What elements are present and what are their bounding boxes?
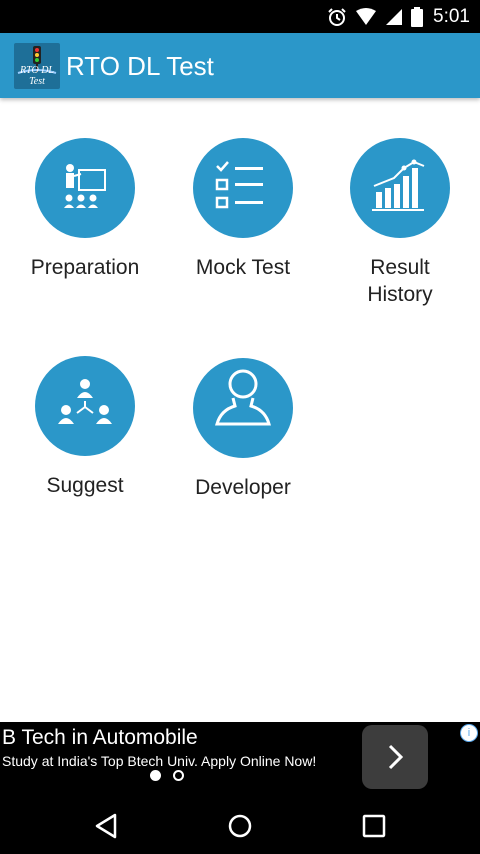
ad-subtitle[interactable]: Study at India's Top Btech Univ. Apply O… [2,753,316,769]
back-icon[interactable] [93,812,121,840]
share-network-icon [58,379,112,424]
suggest-tile[interactable]: Suggest [10,356,160,499]
app-logo-text: RTO DL Test [20,65,54,87]
mock-test-tile[interactable]: Mock Test [168,138,318,281]
navigation-bar [0,798,480,854]
home-icon[interactable] [226,812,254,840]
wifi-icon [356,8,377,25]
status-time: 5:01 [433,6,470,27]
result-history-circle[interactable] [350,138,450,238]
mock-test-label: Mock Test [195,256,291,279]
status-bar: 5:01 [0,0,480,33]
page-dot-inactive [173,770,184,781]
presentation-icon [64,164,106,208]
result-history-label: Result History [325,254,475,308]
checklist-icon [215,161,263,209]
ad-open-button[interactable] [362,725,428,789]
result-history-tile[interactable]: Result History [325,138,475,308]
result-history-label-line1: Result [370,256,430,279]
bar-chart-icon [372,159,425,211]
preparation-tile[interactable]: Preparation [10,138,160,281]
ad-page-indicator [150,770,184,781]
alarm-icon [328,8,346,26]
chevron-right-icon [388,744,404,770]
page-dot-active [150,770,161,781]
ad-info-icon[interactable]: i [460,724,478,742]
battery-icon [411,7,424,27]
app-title: RTO DL Test [66,51,214,81]
developer-circle[interactable] [193,358,293,458]
result-history-label-line2: History [367,283,433,306]
mock-test-circle[interactable] [193,138,293,238]
suggest-label: Suggest [46,474,124,497]
status-icons: 5:01 [327,5,470,29]
recents-icon[interactable] [360,812,388,840]
developer-label: Developer [195,476,291,499]
developer-tile[interactable]: Developer [168,358,318,501]
app-bar: RTO DL Test RTO DL Test [0,33,480,98]
person-silhouette-icon [215,369,271,426]
signal-icon [386,9,403,25]
ad-title[interactable]: B Tech in Automobile [2,726,198,750]
suggest-circle[interactable] [35,356,135,456]
app-logo: RTO DL Test [14,43,60,89]
ad-banner[interactable]: B Tech in Automobile Study at India's To… [0,722,480,798]
preparation-circle[interactable] [35,138,135,238]
preparation-label: Preparation [30,256,140,279]
